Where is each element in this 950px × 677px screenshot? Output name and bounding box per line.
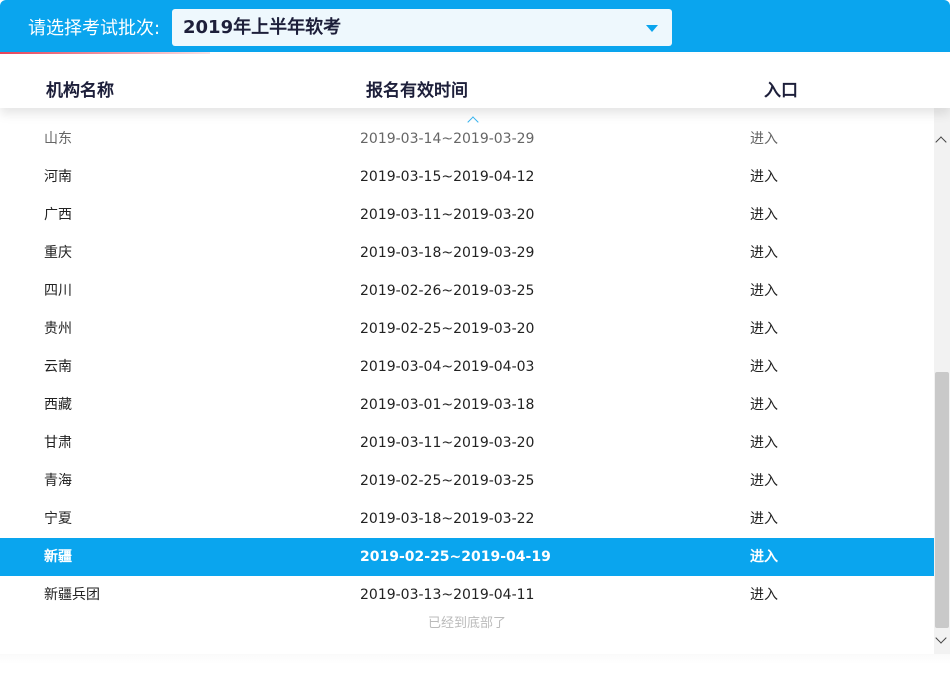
institution-list: 已经到底部了 山东 2019-03-14~2019-03-29 进入 河南 2019-0… <box>0 120 934 640</box>
scrollbar-thumb[interactable] <box>935 372 949 628</box>
institution-name: 新疆兵团 <box>44 587 100 603</box>
enter-link[interactable]: 进入 <box>750 548 778 566</box>
registration-period: 2019-03-11~2019-03-20 <box>360 207 535 223</box>
institution-name: 贵州 <box>44 321 72 337</box>
table-row[interactable]: 河南 2019-03-15~2019-04-12 进入 <box>0 158 934 196</box>
institution-name: 河南 <box>44 169 72 185</box>
registration-period: 2019-03-01~2019-03-18 <box>360 397 535 413</box>
institution-name: 云南 <box>44 359 72 375</box>
table-row[interactable]: 云南 2019-03-04~2019-04-03 进入 <box>0 348 934 386</box>
enter-link[interactable]: 进入 <box>750 130 778 148</box>
header-name: 机构名称 <box>46 81 114 101</box>
table-row[interactable]: 广西 2019-03-11~2019-03-20 进入 <box>0 196 934 234</box>
enter-link[interactable]: 进入 <box>750 206 778 224</box>
enter-link[interactable]: 进入 <box>750 320 778 338</box>
institution-name: 山东 <box>44 131 72 147</box>
registration-period: 2019-03-13~2019-04-11 <box>360 587 535 603</box>
table-row[interactable]: 新疆兵团 2019-03-13~2019-04-11 进入 <box>0 576 934 614</box>
header-entry: 入口 <box>764 81 798 101</box>
table-row[interactable]: 宁夏 2019-03-18~2019-03-22 进入 <box>0 500 934 538</box>
enter-link[interactable]: 进入 <box>750 244 778 262</box>
table-header: 机构名称 报名有效时间 入口 <box>0 54 950 108</box>
registration-period: 2019-03-18~2019-03-29 <box>360 245 535 261</box>
registration-period: 2019-02-26~2019-03-25 <box>360 283 535 299</box>
header-time: 报名有效时间 <box>366 81 468 101</box>
table-row[interactable]: 新疆 2019-02-25~2019-04-19 进入 <box>0 538 934 576</box>
registration-period: 2019-02-25~2019-03-20 <box>360 321 535 337</box>
registration-period: 2019-03-18~2019-03-22 <box>360 511 535 527</box>
table-row[interactable]: 贵州 2019-02-25~2019-03-20 进入 <box>0 310 934 348</box>
institution-name: 广西 <box>44 207 72 223</box>
enter-link[interactable]: 进入 <box>750 168 778 186</box>
batch-bar: 请选择考试批次: 2019年上半年软考 <box>0 0 950 54</box>
institution-name: 青海 <box>44 473 72 489</box>
institution-name: 西藏 <box>44 397 72 413</box>
table-row[interactable]: 山东 2019-03-14~2019-03-29 进入 <box>0 120 934 158</box>
panel-bottom <box>0 654 950 677</box>
enter-link[interactable]: 进入 <box>750 396 778 414</box>
caret-down-icon[interactable] <box>646 25 658 32</box>
registration-period: 2019-02-25~2019-03-25 <box>360 473 535 489</box>
batch-selected-value: 2019年上半年软考 <box>183 17 342 38</box>
enter-link[interactable]: 进入 <box>750 358 778 376</box>
enter-link[interactable]: 进入 <box>750 282 778 300</box>
institution-name: 甘肃 <box>44 435 72 451</box>
registration-period: 2019-03-11~2019-03-20 <box>360 435 535 451</box>
enter-link[interactable]: 进入 <box>750 510 778 528</box>
table-row[interactable]: 重庆 2019-03-18~2019-03-29 进入 <box>0 234 934 272</box>
registration-period: 2019-03-15~2019-04-12 <box>360 169 535 185</box>
enter-link[interactable]: 进入 <box>750 472 778 490</box>
table-row[interactable]: 甘肃 2019-03-11~2019-03-20 进入 <box>0 424 934 462</box>
table-row[interactable]: 四川 2019-02-26~2019-03-25 进入 <box>0 272 934 310</box>
registration-period: 2019-03-14~2019-03-29 <box>360 131 535 147</box>
registration-period: 2019-02-25~2019-04-19 <box>360 549 551 565</box>
enter-link[interactable]: 进入 <box>750 586 778 604</box>
registration-period: 2019-03-04~2019-04-03 <box>360 359 535 375</box>
institution-name: 重庆 <box>44 245 72 261</box>
batch-select[interactable]: 2019年上半年软考 <box>172 9 672 46</box>
institution-name: 宁夏 <box>44 511 72 527</box>
enter-link[interactable]: 进入 <box>750 434 778 452</box>
end-of-list-note: 已经到底部了 <box>427 616 506 631</box>
table-row[interactable]: 青海 2019-02-25~2019-03-25 进入 <box>0 462 934 500</box>
institution-name: 新疆 <box>44 549 72 565</box>
institution-name: 四川 <box>44 283 72 299</box>
table-row[interactable]: 西藏 2019-03-01~2019-03-18 进入 <box>0 386 934 424</box>
batch-label: 请选择考试批次: <box>28 18 161 39</box>
